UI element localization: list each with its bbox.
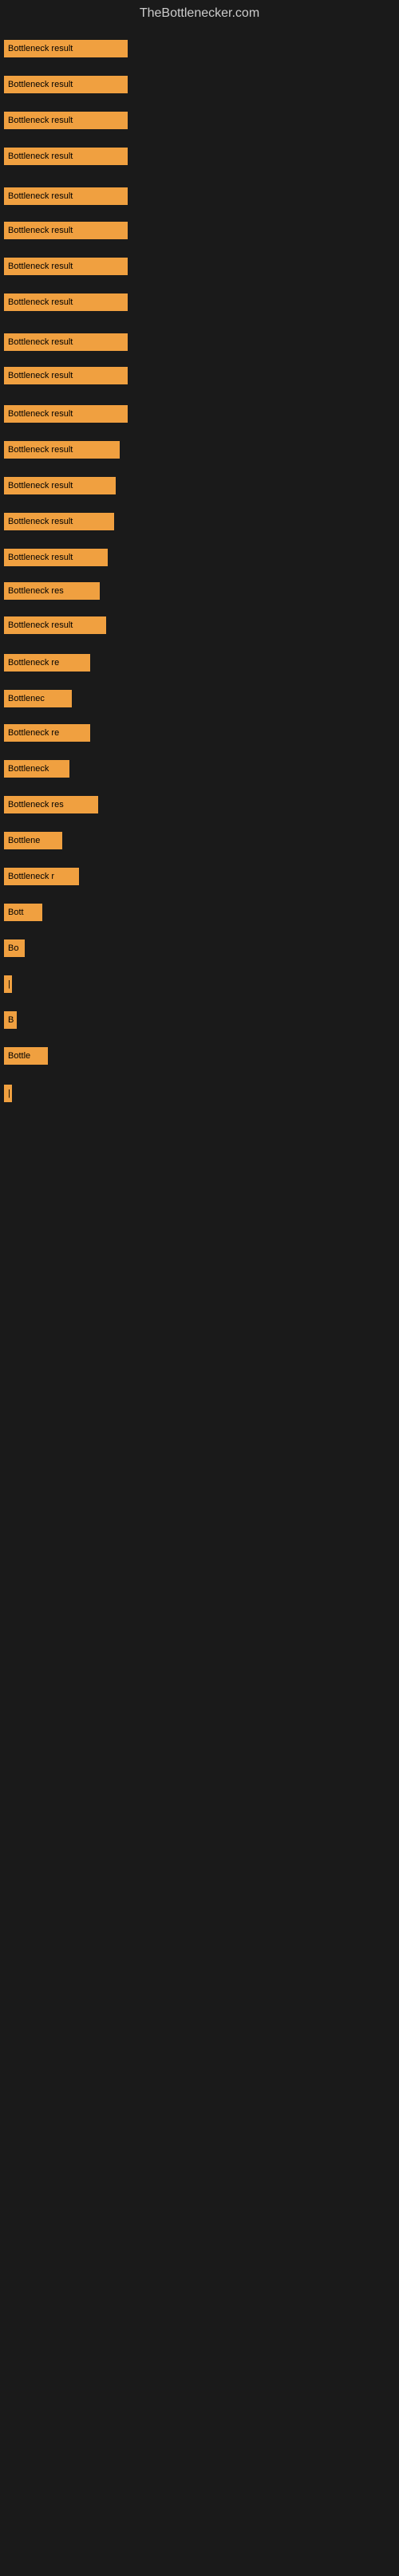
bar-item: Bottleneck re bbox=[4, 724, 90, 742]
bar-item: Bottleneck result bbox=[4, 293, 128, 311]
bar-label: Bottleneck result bbox=[4, 187, 128, 205]
bar-item: Bottleneck result bbox=[4, 477, 116, 494]
bar-label: Bottlenec bbox=[4, 690, 72, 707]
bar-item: | bbox=[4, 975, 12, 993]
bar-label: | bbox=[4, 1085, 12, 1102]
bar-label: Bottleneck result bbox=[4, 222, 128, 239]
bar-item: Bottleneck result bbox=[4, 405, 128, 423]
bar-item: Bottleneck result bbox=[4, 76, 128, 93]
bar-label: Bottleneck result bbox=[4, 258, 128, 275]
bar-item: Bottleneck result bbox=[4, 258, 128, 275]
bar-label: Bottleneck result bbox=[4, 513, 114, 530]
bar-item: Bott bbox=[4, 904, 42, 921]
bar-label: Bottleneck result bbox=[4, 477, 116, 494]
bar-item: Bottleneck result bbox=[4, 187, 128, 205]
bar-item: Bottle bbox=[4, 1047, 48, 1065]
bar-label: B bbox=[4, 1011, 17, 1029]
bar-item: Bottleneck result bbox=[4, 112, 128, 129]
bar-label: Bottleneck result bbox=[4, 616, 106, 634]
bar-label: Bottleneck result bbox=[4, 148, 128, 165]
site-title: TheBottlenecker.com bbox=[0, 0, 399, 24]
bar-label: Bottleneck result bbox=[4, 112, 128, 129]
bar-item: | bbox=[4, 1085, 12, 1102]
bar-label: Bottleneck result bbox=[4, 333, 128, 351]
bar-item: Bottleneck result bbox=[4, 148, 128, 165]
bar-item: Bottlene bbox=[4, 832, 62, 849]
bar-label: Bottleneck result bbox=[4, 293, 128, 311]
bottom-area bbox=[0, 1340, 399, 2576]
bar-label: Bottleneck res bbox=[4, 582, 100, 600]
chart-area: Bottleneck result Bottleneck result Bottle… bbox=[0, 24, 399, 1340]
bar-item: Bottleneck result bbox=[4, 40, 128, 57]
bar-item: Bottleneck result bbox=[4, 222, 128, 239]
bar-label: Bottleneck result bbox=[4, 549, 108, 566]
bar-label: Bottleneck result bbox=[4, 367, 128, 384]
bar-item: Bo bbox=[4, 939, 25, 957]
bar-label: | bbox=[4, 975, 12, 993]
bar-item: Bottleneck res bbox=[4, 582, 100, 600]
bar-item: B bbox=[4, 1011, 17, 1029]
bar-item: Bottleneck result bbox=[4, 616, 106, 634]
bar-label: Bottleneck r bbox=[4, 868, 79, 885]
bar-label: Bo bbox=[4, 939, 25, 957]
bar-item: Bottleneck result bbox=[4, 333, 128, 351]
bar-item: Bottleneck result bbox=[4, 513, 114, 530]
bar-item: Bottleneck result bbox=[4, 549, 108, 566]
bar-label: Bottleneck re bbox=[4, 724, 90, 742]
bar-label: Bottleneck bbox=[4, 760, 69, 778]
bar-label: Bottleneck re bbox=[4, 654, 90, 672]
bar-item: Bottleneck result bbox=[4, 441, 120, 459]
bar-item: Bottleneck result bbox=[4, 367, 128, 384]
bar-label: Bottleneck res bbox=[4, 796, 98, 813]
bar-item: Bottleneck r bbox=[4, 868, 79, 885]
bar-item: Bottleneck re bbox=[4, 654, 90, 672]
bar-item: Bottleneck res bbox=[4, 796, 98, 813]
bar-label: Bottlene bbox=[4, 832, 62, 849]
bar-label: Bottleneck result bbox=[4, 76, 128, 93]
bar-label: Bottleneck result bbox=[4, 441, 120, 459]
bar-label: Bott bbox=[4, 904, 42, 921]
bar-label: Bottle bbox=[4, 1047, 48, 1065]
bar-item: Bottleneck bbox=[4, 760, 69, 778]
bar-label: Bottleneck result bbox=[4, 405, 128, 423]
bar-label: Bottleneck result bbox=[4, 40, 128, 57]
bar-item: Bottlenec bbox=[4, 690, 72, 707]
